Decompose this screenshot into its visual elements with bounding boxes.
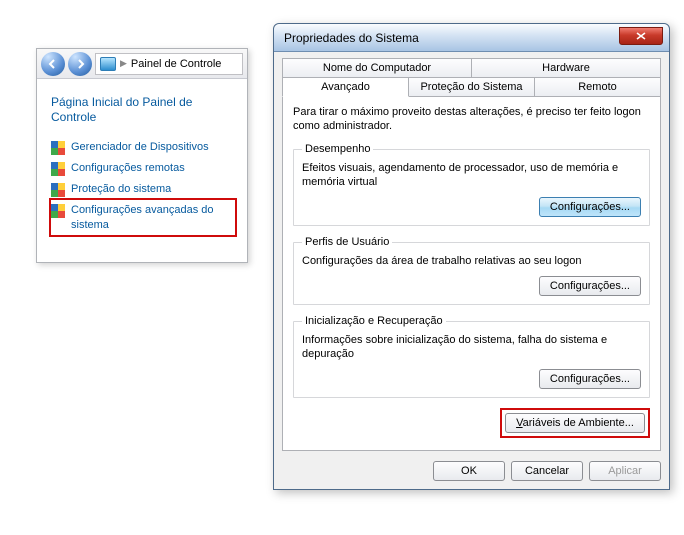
group-user-profiles: Perfis de Usuário Configurações da área … (293, 236, 650, 305)
tab-advanced[interactable]: Avançado (282, 78, 409, 97)
system-properties-dialog: Propriedades do Sistema Nome do Computad… (273, 23, 670, 490)
shield-icon (51, 141, 65, 155)
profiles-settings-button[interactable]: Configurações... (539, 276, 641, 296)
apply-button[interactable]: Aplicar (589, 461, 661, 481)
startup-settings-button[interactable]: Configurações... (539, 369, 641, 389)
group-description: Informações sobre inicialização do siste… (302, 333, 641, 361)
cancel-button[interactable]: Cancelar (511, 461, 583, 481)
control-panel-sidebar: Página Inicial do Painel de Controle Ger… (37, 79, 247, 245)
dialog-body: Nome do Computador Hardware Avançado Pro… (274, 52, 669, 489)
cp-item-label: Configurações avançadas do sistema (71, 203, 235, 233)
control-panel-titlebar: ▶ Painel de Controle (37, 49, 247, 79)
tab-system-protection[interactable]: Proteção do Sistema (409, 78, 535, 97)
performance-settings-button[interactable]: Configurações... (539, 197, 641, 217)
shield-icon (51, 162, 65, 176)
arrow-right-icon (75, 59, 85, 69)
group-legend: Perfis de Usuário (302, 236, 392, 248)
ok-button[interactable]: OK (433, 461, 505, 481)
shield-icon (51, 183, 65, 197)
cp-item-device-manager[interactable]: Gerenciador de Dispositivos (51, 137, 241, 158)
dialog-titlebar: Propriedades do Sistema (274, 24, 669, 52)
group-description: Efeitos visuais, agendamento de processa… (302, 161, 641, 189)
close-button[interactable] (619, 27, 663, 45)
env-vars-highlight: Variáveis de Ambiente... (502, 410, 648, 436)
tab-computer-name[interactable]: Nome do Computador (282, 58, 472, 78)
cp-item-label: Gerenciador de Dispositivos (71, 140, 209, 155)
tab-content-advanced: Para tirar o máximo proveito destas alte… (282, 97, 661, 451)
env-vars-row: Variáveis de Ambiente... (293, 408, 650, 436)
group-legend: Desempenho (302, 143, 373, 155)
group-description: Configurações da área de trabalho relati… (302, 254, 641, 268)
environment-variables-button[interactable]: Variáveis de Ambiente... (505, 413, 645, 433)
tab-remote[interactable]: Remoto (535, 78, 661, 97)
arrow-left-icon (48, 59, 58, 69)
tab-hardware[interactable]: Hardware (472, 58, 661, 78)
close-icon (636, 32, 646, 40)
breadcrumb: Painel de Controle (131, 58, 222, 70)
admin-note: Para tirar o máximo proveito destas alte… (293, 105, 650, 133)
cp-item-system-protection[interactable]: Proteção do sistema (51, 179, 241, 200)
chevron-right-icon: ▶ (120, 58, 127, 69)
group-legend: Inicialização e Recuperação (302, 315, 446, 327)
group-startup-recovery: Inicialização e Recuperação Informações … (293, 315, 650, 398)
env-button-rest: ariáveis de Ambiente... (523, 417, 634, 429)
cp-item-remote-settings[interactable]: Configurações remotas (51, 158, 241, 179)
dialog-title: Propriedades do Sistema (284, 31, 419, 45)
control-panel-window: ▶ Painel de Controle Página Inicial do P… (36, 48, 248, 263)
group-performance: Desempenho Efeitos visuais, agendamento … (293, 143, 650, 226)
dialog-footer: OK Cancelar Aplicar (282, 451, 661, 481)
nav-back-button[interactable] (41, 52, 65, 76)
address-bar[interactable]: ▶ Painel de Controle (95, 53, 243, 75)
cp-item-label: Proteção do sistema (71, 182, 171, 197)
tab-strip: Nome do Computador Hardware Avançado Pro… (282, 58, 661, 97)
shield-icon (51, 204, 65, 218)
cp-item-label: Configurações remotas (71, 161, 185, 176)
nav-forward-button[interactable] (68, 52, 92, 76)
system-icon (100, 57, 116, 71)
cp-item-advanced-settings[interactable]: Configurações avançadas do sistema (51, 200, 235, 235)
cp-home-link[interactable]: Página Inicial do Painel de Controle (51, 89, 241, 137)
